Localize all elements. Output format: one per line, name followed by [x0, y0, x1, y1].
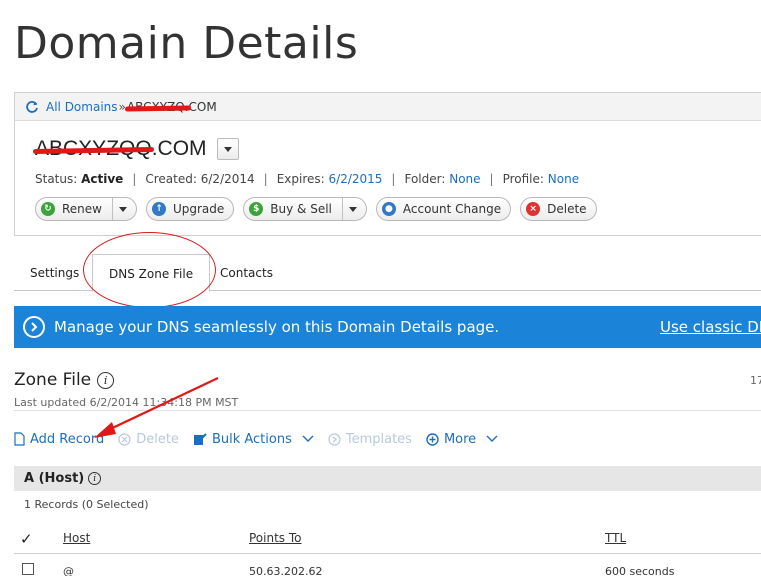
dns-banner: Manage your DNS seamlessly on this Domai… — [14, 306, 761, 348]
domain-redaction-mark: ABCXYZQQ — [35, 137, 152, 160]
plus-circle-icon — [426, 432, 439, 446]
domain-tabs: Settings DNS Zone File Contacts — [14, 254, 761, 292]
caret-down-icon — [223, 146, 232, 152]
new-document-icon — [14, 432, 25, 446]
banner-message: Manage your DNS seamlessly on this Domai… — [54, 318, 500, 336]
profile-label: Profile: — [502, 172, 544, 186]
row-points-to: 50.63.202.62 — [249, 565, 323, 576]
zone-divider — [14, 410, 761, 411]
delete-icon: × — [526, 202, 541, 216]
use-classic-dns-link[interactable]: Use classic DNS — [660, 318, 761, 336]
bulk-actions-menu[interactable]: Bulk Actions — [193, 432, 314, 447]
domain-dropdown-button[interactable] — [216, 138, 239, 160]
domain-name: ABCXYZQQ.COM — [35, 137, 207, 160]
table-row: @ 50.63.202.62 600 seconds — [14, 555, 761, 576]
chevron-right-circle-icon — [23, 316, 45, 338]
user-icon: ● — [381, 202, 396, 216]
records-count: 1 Records (0 Selected) — [24, 498, 149, 511]
redaction-mark: ABCXYZQ. — [126, 99, 189, 114]
templates-button[interactable]: Templates — [328, 432, 412, 447]
domain-actions: ↻ Renew ↑ Upgrade $ Buy & Sell ● Account… — [35, 197, 597, 221]
delete-record-button[interactable]: Delete — [118, 432, 179, 447]
breadcrumb-current-domain: ABCXYZQ.COM — [126, 99, 217, 114]
folder-label: Folder: — [404, 172, 446, 186]
info-icon[interactable]: i — [88, 472, 102, 485]
renew-button[interactable]: ↻ Renew — [35, 197, 137, 221]
edit-icon — [193, 432, 207, 446]
dollar-icon: $ — [249, 202, 264, 216]
status-label: Status: — [35, 172, 78, 186]
status-value: Active — [81, 172, 124, 186]
row-host: @ — [63, 565, 74, 576]
upgrade-button[interactable]: ↑ Upgrade — [145, 197, 235, 221]
tab-dns-zone-file[interactable]: DNS Zone File — [92, 254, 211, 292]
more-menu[interactable]: More — [426, 432, 498, 447]
column-header-points-to[interactable]: Points To — [249, 531, 302, 545]
buy-sell-button[interactable]: $ Buy & Sell — [243, 197, 367, 221]
zone-last-updated: Last updated 6/2/2014 11:34:18 PM MST — [14, 396, 239, 409]
zone-toolbar: Add Record Delete Bulk Actions Templates… — [14, 430, 512, 448]
checkmark-icon[interactable]: ✓ — [20, 530, 33, 548]
domain-name-row: ABCXYZQQ.COM — [35, 137, 239, 161]
page-title: Domain Details — [14, 18, 359, 69]
refresh-icon[interactable] — [25, 100, 39, 114]
delete-circle-icon — [118, 432, 131, 446]
zone-record-count: 17 — [750, 374, 761, 387]
expires-value-link[interactable]: 6/2/2015 — [329, 172, 383, 186]
profile-value-link[interactable]: None — [548, 172, 579, 186]
breadcrumb: All Domains » ABCXYZQ.COM — [15, 93, 761, 121]
domain-card: All Domains » ABCXYZQ.COM ABCXYZQQ.COM S… — [14, 92, 761, 236]
account-change-button[interactable]: ● Account Change — [375, 197, 512, 221]
folder-value-link[interactable]: None — [449, 172, 480, 186]
column-header-ttl[interactable]: TTL — [605, 531, 626, 545]
templates-circle-icon — [328, 432, 341, 446]
renew-dropdown-caret[interactable] — [111, 198, 127, 220]
buy-sell-dropdown-caret[interactable] — [341, 198, 357, 220]
column-header-host[interactable]: Host — [63, 531, 90, 545]
chevron-down-icon — [486, 435, 498, 443]
tab-settings[interactable]: Settings — [30, 266, 79, 280]
upgrade-icon: ↑ — [151, 202, 166, 216]
table-header: ✓ Host Points To TTL — [14, 528, 761, 554]
a-host-section-header: A (Host) i — [14, 466, 761, 491]
breadcrumb-all-domains[interactable]: All Domains — [46, 100, 118, 114]
expires-label: Expires: — [276, 172, 325, 186]
delete-domain-button[interactable]: × Delete — [520, 197, 597, 221]
row-ttl: 600 seconds — [605, 565, 675, 576]
tab-contacts[interactable]: Contacts — [220, 266, 273, 280]
add-record-button[interactable]: Add Record — [14, 432, 104, 447]
created-label: Created: — [145, 172, 197, 186]
created-value: 6/2/2014 — [200, 172, 255, 186]
zone-file-title: Zone File i — [14, 370, 115, 390]
chevron-down-icon — [302, 435, 314, 443]
renew-icon: ↻ — [41, 202, 55, 216]
info-icon[interactable]: i — [97, 371, 115, 389]
domain-meta: Status: Active | Created: 6/2/2014 | Exp… — [35, 172, 580, 186]
row-checkbox[interactable] — [22, 563, 34, 575]
